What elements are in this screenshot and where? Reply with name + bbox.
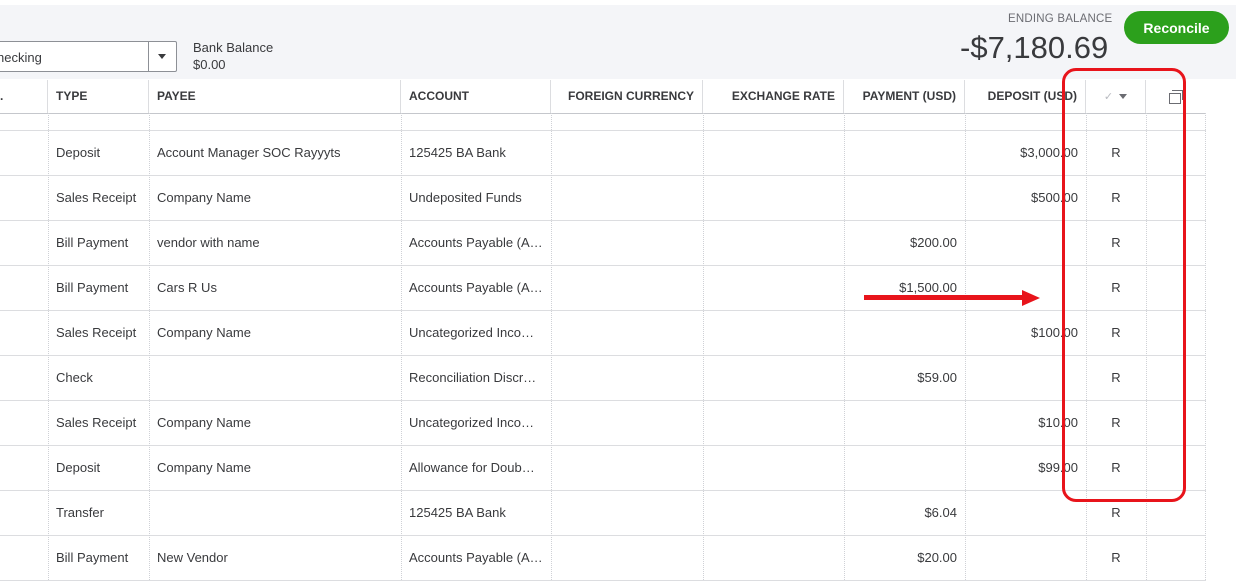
- table-row[interactable]: Bill Payment vendor with name Accounts Pay…: [0, 221, 1206, 266]
- col-divider: [149, 113, 150, 580]
- account-dropdown-toggle[interactable]: [148, 42, 176, 71]
- col-divider: [48, 113, 49, 580]
- cell-deposit: [965, 536, 1086, 580]
- cell-payment: [844, 311, 965, 355]
- account-dropdown-value: hecking: [0, 50, 42, 65]
- cell-account: 125425 BA Bank: [409, 505, 506, 520]
- cell-type: Deposit: [56, 145, 101, 160]
- reconcile-button[interactable]: Reconcile: [1124, 11, 1229, 44]
- col-divider: [1205, 113, 1206, 580]
- cell-type: Sales Receipt: [56, 415, 137, 430]
- cell-payment: [844, 131, 965, 175]
- cell-payee: Company Name: [157, 325, 251, 340]
- bank-balance-label: Bank Balance: [193, 40, 274, 55]
- table-row[interactable]: Sales Receipt Company Name Uncategorized I…: [0, 401, 1206, 446]
- ending-balance-value: -$7,180.69: [960, 30, 1109, 65]
- cell-account: 125425 BA Bank: [409, 145, 506, 160]
- cell-payee: [149, 491, 401, 535]
- cell-type: Bill Payment: [56, 235, 129, 250]
- cell-payment: $59.00: [917, 370, 957, 385]
- table-row[interactable]: Deposit Account Manager SOC Rayyyts 125425…: [0, 131, 1206, 176]
- cell-payment: $6.04: [924, 505, 957, 520]
- cell-payment: [844, 446, 965, 490]
- annotation-arrow-icon: [864, 290, 1042, 306]
- cell-payee: New Vendor: [157, 550, 228, 565]
- col-header-payee[interactable]: PAYEE: [149, 80, 401, 113]
- cell-account: Accounts Payable (A…: [409, 550, 543, 565]
- ending-balance-label: ENDING BALANCE: [1008, 13, 1113, 25]
- cell-payment: $200.00: [910, 235, 957, 250]
- account-dropdown[interactable]: hecking: [0, 41, 177, 72]
- table-row[interactable]: Sales Receipt Company Name Undeposited Fun…: [0, 176, 1206, 221]
- cell-payee: Company Name: [157, 190, 251, 205]
- cell-reconcile-status[interactable]: R: [1086, 536, 1146, 580]
- cell-type: Sales Receipt: [56, 325, 137, 340]
- col-divider: [703, 113, 704, 580]
- annotation-highlight-box: [1062, 68, 1186, 502]
- cell-type: Transfer: [56, 505, 104, 520]
- col-divider: [844, 113, 845, 580]
- cell-payment: [844, 176, 965, 220]
- cell-type: Sales Receipt: [56, 190, 137, 205]
- cell-payee: Account Manager SOC Rayyyts: [157, 145, 341, 160]
- cell-payment: [844, 401, 965, 445]
- table-row[interactable]: Check Reconciliation Discr… $59.00 R: [0, 356, 1206, 401]
- col-divider: [965, 113, 966, 580]
- col-header-exchange-rate[interactable]: EXCHANGE RATE: [703, 80, 844, 113]
- table-row-partial: [0, 113, 1206, 131]
- cell-payee: Company Name: [157, 460, 251, 475]
- cell-payee: Cars R Us: [157, 280, 217, 295]
- chevron-down-icon: [158, 54, 166, 59]
- col-header-type[interactable]: TYPE: [48, 80, 149, 113]
- cell-type: Check: [56, 370, 93, 385]
- bank-balance-value: $0.00: [193, 57, 226, 72]
- cell-type: Deposit: [56, 460, 101, 475]
- cell-account: Accounts Payable (A…: [409, 280, 543, 295]
- cell-account: Uncategorized Inco…: [409, 415, 535, 430]
- cell-payment: $20.00: [917, 550, 957, 565]
- cell-account: Undeposited Funds: [409, 190, 522, 205]
- col-header-payment[interactable]: PAYMENT (USD): [844, 80, 965, 113]
- cell-payee: vendor with name: [157, 235, 260, 250]
- col-header-account[interactable]: ACCOUNT: [401, 80, 551, 113]
- col-divider: [401, 113, 402, 580]
- cell-account: Allowance for Doub…: [409, 460, 535, 475]
- table-row[interactable]: Bill Payment New Vendor Accounts Payable (…: [0, 536, 1206, 581]
- cell-type: Bill Payment: [56, 280, 129, 295]
- cell-payee: Company Name: [157, 415, 251, 430]
- cell-payee: [149, 356, 401, 400]
- col-divider: [551, 113, 552, 580]
- table-row[interactable]: Transfer 125425 BA Bank $6.04 R: [0, 491, 1206, 536]
- table-header: . TYPE PAYEE ACCOUNT FOREIGN CURRENCY EX…: [0, 80, 1206, 114]
- col-header-no[interactable]: .: [0, 80, 48, 113]
- cell-account: Accounts Payable (A…: [409, 235, 543, 250]
- cell-account: Reconciliation Discr…: [409, 370, 537, 385]
- cell-type: Bill Payment: [56, 550, 129, 565]
- col-header-foreign-currency[interactable]: FOREIGN CURRENCY: [551, 80, 703, 113]
- table-row[interactable]: Sales Receipt Company Name Uncategorized I…: [0, 311, 1206, 356]
- table-row[interactable]: Deposit Company Name Allowance for Doub… $9…: [0, 446, 1206, 491]
- cell-account: Uncategorized Inco…: [409, 325, 535, 340]
